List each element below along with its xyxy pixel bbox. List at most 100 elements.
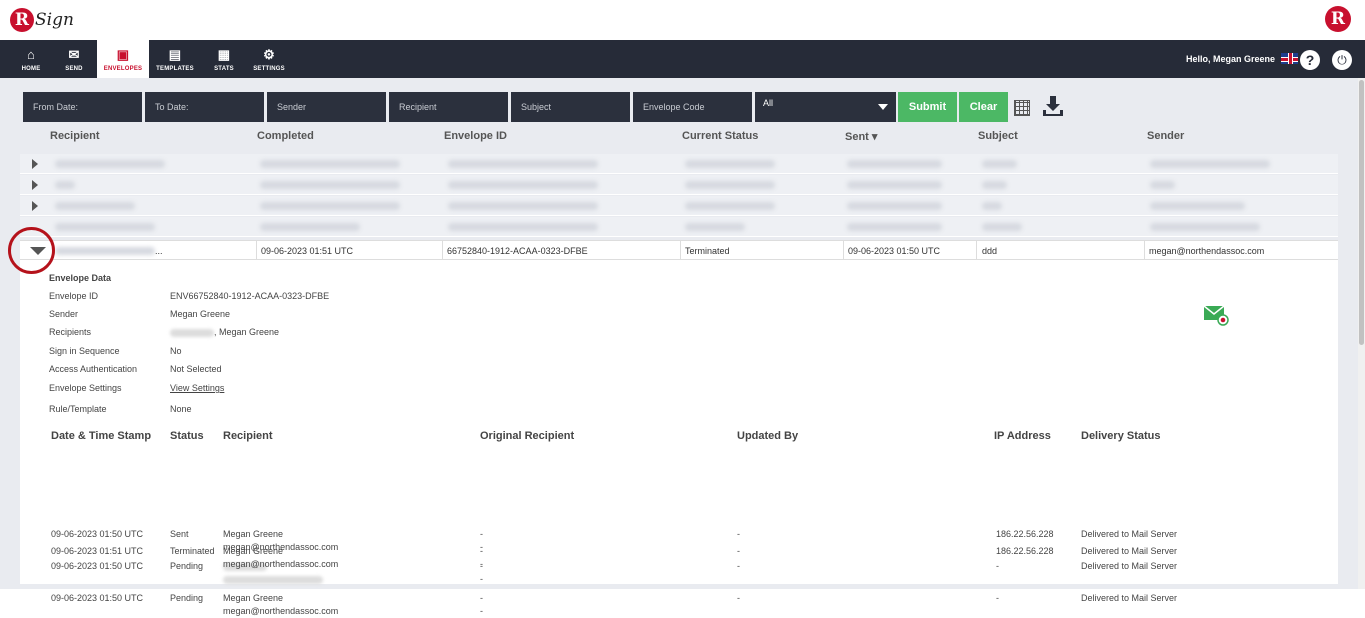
brand-logo-right: R: [1325, 6, 1351, 32]
envelope-settings-label: Envelope Settings: [49, 383, 122, 393]
history-row-2-updated: -: [737, 561, 740, 571]
page-scrollbar[interactable]: [1358, 78, 1365, 589]
submit-button[interactable]: Submit: [898, 92, 957, 122]
history-row-2-status: Pending: [170, 561, 204, 571]
col-header-sent[interactable]: Sent ▾: [845, 130, 877, 143]
history-row-3-delivery: Delivered to Mail Server: [1081, 593, 1178, 603]
subject-input[interactable]: Subject: [511, 92, 630, 122]
nav-home[interactable]: ⌂ HOME: [12, 40, 50, 78]
rule-template-value: None: [170, 404, 192, 414]
status-select[interactable]: All: [755, 92, 896, 122]
history-row-3-ip: -: [996, 593, 999, 603]
sort-desc-icon: ▾: [871, 131, 878, 143]
calendar-icon[interactable]: [1014, 100, 1030, 116]
history-row-3-updated: -: [737, 593, 740, 603]
row-envelope-id: 66752840-1912-ACAA-0323-DFBE: [447, 246, 588, 256]
power-icon[interactable]: ⏻: [1332, 50, 1352, 70]
envelope-icon: ✉: [68, 46, 80, 62]
nav-envelopes[interactable]: ▣ ENVELOPES: [97, 40, 149, 78]
download-icon-svg: [1043, 96, 1063, 116]
scrollbar-thumb[interactable]: [1359, 80, 1364, 345]
table-row[interactable]: [20, 217, 1338, 237]
view-settings-link[interactable]: View Settings: [170, 383, 224, 393]
home-icon: ⌂: [26, 46, 36, 62]
row-completed: 09-06-2023 01:51 UTC: [261, 246, 354, 256]
uk-flag-icon[interactable]: [1281, 53, 1298, 64]
highlight-circle: [8, 227, 55, 274]
row-status: Terminated: [685, 246, 730, 256]
sign-in-sequence-label: Sign in Sequence: [49, 346, 120, 356]
expand-row-icon[interactable]: [32, 201, 38, 211]
top-bar: R Sign R: [0, 0, 1365, 40]
history-row-2-delivery: Delivered to Mail Server: [1081, 561, 1178, 571]
from-date-input[interactable]: From Date:: [23, 92, 142, 122]
envelope-detail-panel: Envelope Data Envelope ID ENV66752840-19…: [20, 260, 1338, 616]
col-header-recipient[interactable]: Recipient: [50, 130, 100, 142]
row-sender: megan@northendassoc.com: [1149, 246, 1265, 256]
template-icon: ▤: [168, 46, 182, 62]
user-greeting: Hello, Megan Greene: [1185, 54, 1275, 64]
col-header-envelope-id[interactable]: Envelope ID: [444, 130, 507, 142]
nav-templates[interactable]: ▤ TEMPLATES: [152, 40, 198, 78]
table-row[interactable]: [20, 175, 1338, 195]
gear-icon: ⚙: [263, 46, 275, 62]
history-header-updated-by: Updated By: [737, 430, 799, 442]
logo-initial: R: [10, 8, 34, 32]
sender-value: Megan Greene: [170, 309, 231, 319]
help-icon[interactable]: ?: [1300, 50, 1320, 70]
access-auth-label: Access Authentication: [49, 364, 138, 374]
rule-template-label: Rule/Template: [49, 404, 107, 414]
expand-row-icon[interactable]: [32, 180, 38, 190]
history-row-2-date: 09-06-2023 01:50 UTC: [51, 561, 144, 571]
history-row-1-delivery: Delivered to Mail Server: [1081, 529, 1178, 539]
history-row-4-orig1: -: [480, 546, 483, 556]
clear-button[interactable]: Clear: [959, 92, 1008, 122]
col-header-sender[interactable]: Sender: [1147, 130, 1184, 142]
history-row-4-orig2: -: [480, 559, 483, 569]
row-recipient: ...: [155, 246, 163, 256]
col-header-current-status[interactable]: Current Status: [682, 130, 758, 142]
history-row-4-updated: -: [737, 546, 740, 556]
nav-stats[interactable]: ▦ STATS: [204, 40, 244, 78]
recipients-value-text: , Megan Greene: [214, 327, 280, 337]
col-header-completed[interactable]: Completed: [257, 130, 314, 142]
sender-input[interactable]: Sender: [267, 92, 386, 122]
history-row-3-name: Megan Greene: [223, 593, 284, 603]
sign-in-sequence-value: No: [170, 346, 182, 356]
history-row-1-status: Sent: [170, 529, 189, 539]
envelope-id-label: Envelope ID: [49, 291, 99, 301]
history-row-3-email: megan@northendassoc.com: [223, 606, 339, 616]
sender-label: Sender: [49, 309, 79, 319]
envelope-code-input[interactable]: Envelope Code: [633, 92, 752, 122]
history-row-4-date: 09-06-2023 01:51 UTC: [51, 546, 144, 556]
col-header-subject[interactable]: Subject: [978, 130, 1018, 142]
to-date-input[interactable]: To Date:: [145, 92, 264, 122]
table-row[interactable]: [20, 196, 1338, 216]
history-row-3-orig1: -: [480, 593, 483, 603]
main-content: From Date: To Date: Sender Recipient Sub…: [0, 78, 1358, 616]
history-row-4-recipient: Megan Greene megan@northendassoc.com: [223, 545, 338, 571]
nav-send[interactable]: ✉ SEND: [55, 40, 93, 78]
nav-templates-label: TEMPLATES: [156, 65, 194, 72]
row-subject: ddd: [982, 246, 998, 256]
history-header-delivery: Delivery Status: [1081, 430, 1161, 442]
recipient-input[interactable]: Recipient: [389, 92, 508, 122]
table-row-expanded[interactable]: ... 09-06-2023 01:51 UTC 66752840-1912-A…: [20, 240, 1338, 260]
history-row-4-name: Megan Greene: [223, 546, 284, 556]
history-header-status: Status: [170, 430, 204, 442]
expand-row-icon[interactable]: [32, 159, 38, 169]
history-row-1-date: 09-06-2023 01:50 UTC: [51, 529, 144, 539]
main-nav: ⌂ HOME ✉ SEND ▣ ENVELOPES ▤ TEMPLATES ▦ …: [0, 40, 1365, 78]
download-icon[interactable]: [1041, 94, 1065, 118]
nav-envelopes-label: ENVELOPES: [103, 65, 143, 72]
briefcase-icon: ▦: [217, 46, 231, 62]
rsign-logo[interactable]: R Sign: [10, 4, 74, 36]
logo-text: Sign: [35, 10, 74, 30]
nav-home-label: HOME: [21, 65, 41, 72]
nav-settings[interactable]: ⚙ SETTINGS: [248, 40, 290, 78]
resend-mail-icon[interactable]: [1203, 304, 1229, 326]
table-row[interactable]: [20, 154, 1338, 174]
history-row-4-original: - -: [480, 545, 483, 571]
nav-stats-label: STATS: [214, 65, 234, 72]
col-header-sent-label: Sent: [845, 131, 869, 143]
